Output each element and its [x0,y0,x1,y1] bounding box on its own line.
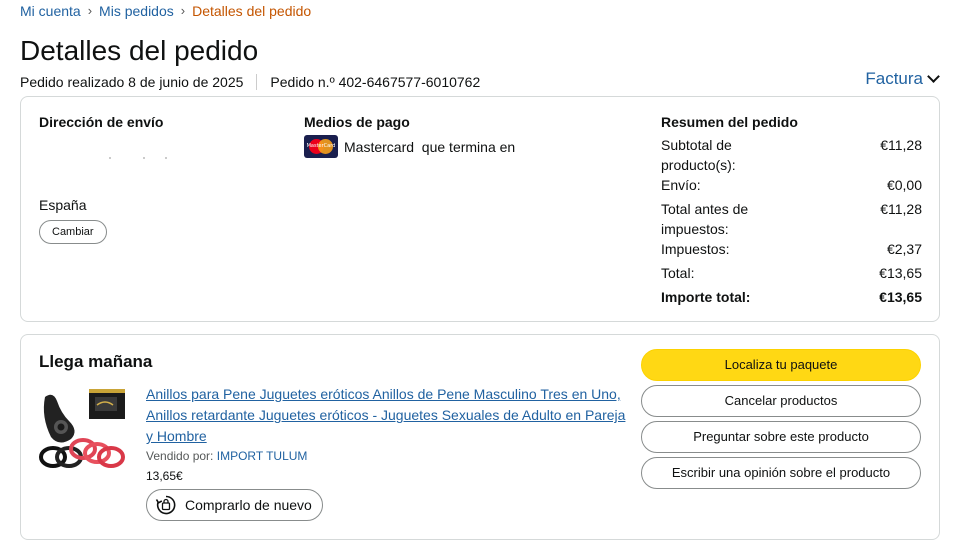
reorder-icon [155,494,177,516]
order-number: Pedido n.º 402-6467577-6010762 [270,74,481,90]
order-date: Pedido realizado 8 de junio de 2025 [20,74,244,90]
summary-row-tax: Impuestos: €2,37 [661,239,922,259]
summary-label: Total antes de impuestos: [661,201,749,237]
cancel-items-button[interactable]: Cancelar productos [641,385,921,417]
product-image[interactable] [39,387,129,477]
delivery-status: Llega mañana [39,352,153,371]
summary-label: Total: [661,265,695,281]
redacted-address [39,157,169,169]
summary-label: Subtotal de producto(s): [661,137,736,173]
sold-by-label: Vendido por: [146,449,214,463]
summary-label: Envío: [661,177,701,193]
summary-row-grand-total: Importe total: €13,65 [661,287,922,307]
order-meta: Pedido realizado 8 de junio de 2025 Pedi… [20,73,480,91]
breadcrumb-separator: › [87,3,93,18]
breadcrumb-current: Detalles del pedido [192,3,312,19]
breadcrumb-separator: › [180,3,186,18]
meta-divider [256,74,258,90]
summary-row-total: Total: €13,65 [661,263,922,283]
summary-value: €11,28 [880,137,922,153]
write-review-button[interactable]: Escribir una opinión sobre el producto [641,457,921,489]
change-address-button[interactable]: Cambiar [39,220,107,244]
mastercard-logo-text: MasterCard [306,143,336,149]
summary-value: €13,65 [879,289,922,305]
mastercard-icon: MasterCard [304,135,338,158]
summary-value: €13,65 [879,265,922,281]
summary-label: Impuestos: [661,241,730,257]
summary-row-shipping: Envío: €0,00 [661,175,922,195]
chevron-down-icon [927,70,940,83]
summary-value: €2,37 [886,241,922,257]
summary-title: Resumen del pedido [661,114,798,130]
shipment-card: Llega mañana Anillos para Pene Juguetes … [20,334,940,540]
shipping-country: España [39,197,87,213]
sold-by: Vendido por: IMPORT TULUM [146,449,307,463]
summary-value: €11,28 [880,201,922,217]
breadcrumb-my-account[interactable]: Mi cuenta [20,2,81,20]
invoice-label: Factura [865,69,923,88]
ask-product-question-button[interactable]: Preguntar sobre este producto [641,421,921,453]
summary-value: €0,00 [886,177,922,193]
product-price: 13,65€ [146,469,183,483]
summary-row-subtotal: Subtotal de producto(s): €11,28 [661,135,922,175]
order-info-card: Dirección de envío España Cambiar Medios… [20,96,940,322]
summary-label: Importe total: [661,289,751,305]
buy-again-button[interactable]: Comprarlo de nuevo [146,489,323,521]
payment-method: MasterCard Mastercard que termina en [304,135,515,158]
buy-again-label: Comprarlo de nuevo [185,497,312,513]
payment-method-text: Mastercard que termina en [344,138,516,155]
product-title-link[interactable]: Anillos para Pene Juguetes eróticos Anil… [146,384,631,447]
track-package-button[interactable]: Localiza tu paquete [641,349,921,381]
payment-title: Medios de pago [304,114,410,130]
shipping-title: Dirección de envío [39,114,164,130]
breadcrumb: Mi cuenta › Mis pedidos › Detalles del p… [20,2,311,20]
invoice-dropdown[interactable]: Factura [865,69,940,89]
summary-row-pretax: Total antes de impuestos: €11,28 [661,199,922,239]
breadcrumb-my-orders[interactable]: Mis pedidos [99,2,174,20]
seller-link[interactable]: IMPORT TULUM [217,449,308,463]
page-title: Detalles del pedido [20,35,259,66]
